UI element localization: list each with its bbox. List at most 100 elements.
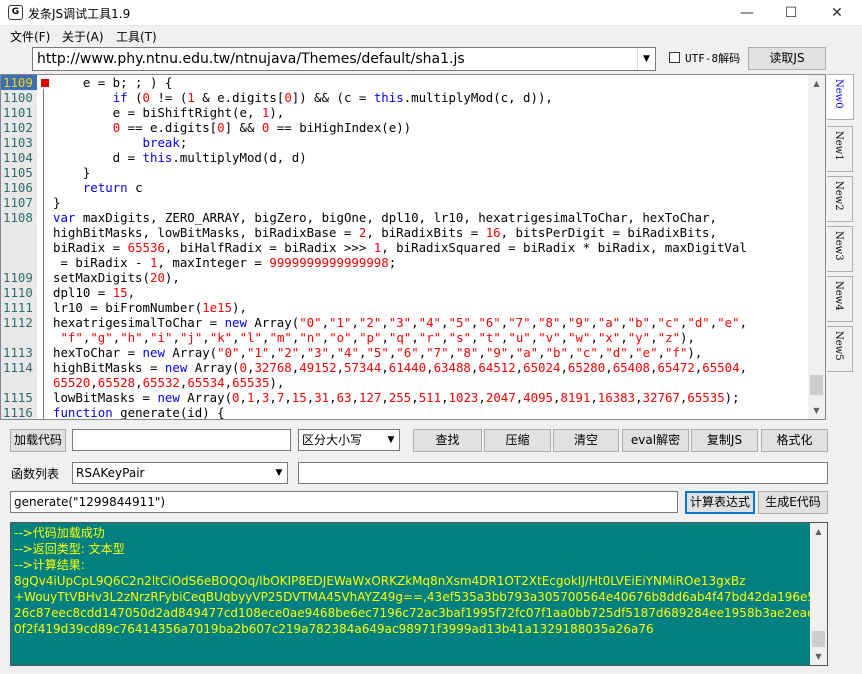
code-line: 1115 lowBitMasks = new Array(0,1,3,7,15,3… [1,390,809,405]
line-number: 1106 [3,180,33,195]
output-line: 0f2f419d39cd89c76414356a7019ba2b607c219a… [14,622,654,636]
document-tabs: New0 New1 New2 New3 New4 New5 [827,74,854,420]
generate-e-code-button[interactable]: 生成E代码 [758,491,828,514]
eval-decode-button[interactable]: eval解密 [622,429,689,452]
scroll-up-icon[interactable]: ▲ [810,523,827,540]
tab-new2[interactable]: New2 [827,176,853,222]
load-code-button[interactable]: 加载代码 [10,429,66,452]
code-line: 1111 lr10 = biFromNumber(1e15), [1,300,809,315]
editor-scrollbar[interactable]: ▲ ▼ [808,75,825,419]
scrollbar-thumb[interactable] [810,375,823,395]
find-button[interactable]: 查找 [413,429,482,452]
tab-new5[interactable]: New5 [827,326,853,372]
tab-new1[interactable]: New1 [827,126,853,172]
code-text: e = biShiftRight(e, 1), [53,105,285,120]
code-line: 1105 } [1,165,809,180]
line-number: 1104 [3,150,33,165]
line-number: 1107 [3,195,33,210]
compress-button[interactable]: 压缩 [484,429,551,452]
menu-about[interactable]: 关于(A) [62,28,104,45]
search-input[interactable] [72,429,291,451]
expression-input[interactable]: generate("1299844911") [10,491,678,513]
code-text: function generate(id) { [53,405,225,420]
scroll-down-icon[interactable]: ▼ [810,648,827,665]
line-number: 1110 [3,285,33,300]
code-line: 1114 highBitMasks = new Array(0,32768,491… [1,360,809,375]
code-line: 1109 setMaxDigits(20), [1,270,809,285]
code-text: lowBitMasks = new Array(0,1,3,7,15,31,63… [53,390,740,405]
utf8-label: UTF-8解码 [685,52,741,65]
tab-new3[interactable]: New3 [827,226,853,272]
line-number: 1115 [3,390,33,405]
chevron-down-icon[interactable]: ▼ [271,463,287,483]
code-line: 1109 e = b; ; ) { [1,75,809,90]
code-text: } [53,165,91,180]
code-text: var maxDigits, ZERO_ARRAY, bigZero, bigO… [53,210,717,225]
output-line: -->计算结果: [14,558,85,572]
code-text: return c [82,180,143,195]
code-line: 1104 d = this.multiplyMod(d, d) [1,150,809,165]
function-detail-field[interactable] [298,462,828,484]
output-line: -->返回类型: 文本型 [14,542,125,556]
code-text: 0 == e.digits[0] && 0 == biHighIndex(e)) [112,120,412,135]
scrollbar-thumb[interactable] [812,631,825,647]
line-number: 1105 [3,165,33,180]
output-scrollbar[interactable]: ▲ ▼ [810,523,827,665]
line-number: 1101 [3,105,33,120]
tab-new0[interactable]: New0 [827,74,854,120]
code-line: 1110 dpl10 = 15, [1,285,809,300]
close-button[interactable]: ✕ [814,0,860,26]
tab-new4[interactable]: New4 [827,276,853,322]
code-line: 1116 function generate(id) { [1,405,809,420]
code-line: 1101 e = biShiftRight(e, 1), [1,105,809,120]
line-number: 1108 [3,210,33,225]
compute-expression-button[interactable]: 计算表达式 [685,491,755,514]
chevron-down-icon[interactable]: ▼ [637,48,655,70]
output-line: -->代码加载成功 [14,526,105,540]
code-text: highBitMasks = new Array(0,32768,49152,5… [53,360,748,375]
output-console[interactable]: -->代码加载成功 -->返回类型: 文本型 -->计算结果: 8gQv4iUpCpL… [10,522,828,666]
code-text: e = b; ; ) { [53,75,173,90]
code-line: 1106 return c [1,180,809,195]
chevron-down-icon[interactable]: ▼ [383,430,399,450]
menu-bar: 文件(F) 关于(A) 工具(T) [0,26,862,46]
code-line: highBitMasks, lowBitMasks, biRadixBase =… [1,225,809,240]
line-number: 1116 [3,405,33,420]
clear-button[interactable]: 清空 [553,429,619,452]
line-number: 1109 [3,270,33,285]
line-number: 1100 [3,90,33,105]
scroll-up-icon[interactable]: ▲ [808,75,825,92]
output-line: 8gQv4iUpCpL9Q6C2n2ltCiOdS6eBOQOq/lbOKIP8… [14,574,746,588]
menu-file[interactable]: 文件(F) [10,28,50,45]
function-list-select[interactable]: RSAKeyPair ▼ [72,462,288,484]
line-number: 1102 [3,120,33,135]
read-js-button[interactable]: 读取JS [748,47,826,70]
function-list-label: 函数列表 [11,467,60,481]
maximize-button[interactable]: ☐ [768,0,814,26]
window-title: 发条JS调试工具1.9 [28,7,131,21]
code-line: 1107} [1,195,809,210]
code-text: biRadix = 65536, biHalfRadix = biRadix >… [53,240,747,255]
menu-tools[interactable]: 工具(T) [116,28,157,45]
minimize-button[interactable]: — [724,0,770,26]
format-button[interactable]: 格式化 [761,429,828,452]
scroll-down-icon[interactable]: ▼ [808,402,825,419]
code-text: d = this.multiplyMod(d, d) [53,150,307,165]
code-line: = biRadix - 1, maxInteger = 999999999999… [1,255,809,270]
case-select[interactable]: 区分大小写 ▼ [298,429,400,451]
utf8-checkbox[interactable] [669,52,680,63]
code-text: = biRadix - 1, maxInteger = 999999999999… [53,255,397,270]
code-line: 65520,65528,65532,65534,65535), [1,375,809,390]
code-line: 1108 var maxDigits, ZERO_ARRAY, bigZero, … [1,210,809,225]
url-combobox[interactable]: http://www.phy.ntnu.edu.tw/ntnujava/Them… [32,47,656,71]
url-input[interactable]: http://www.phy.ntnu.edu.tw/ntnujava/Them… [37,51,465,67]
app-logo-icon: G [8,5,23,20]
line-number: 1103 [3,135,33,150]
code-text: break; [142,135,188,150]
code-line: "f","g","h","i","j","k","l","m","n","o",… [1,330,809,345]
line-number: 1112 [3,315,33,330]
line-number: 1109 [1,75,37,90]
code-editor[interactable]: 1109 e = b; ; ) {1100 if (0 != (1 & e.di… [0,74,826,420]
copy-js-button[interactable]: 复制JS [691,429,758,452]
line-number: 1111 [3,300,33,315]
